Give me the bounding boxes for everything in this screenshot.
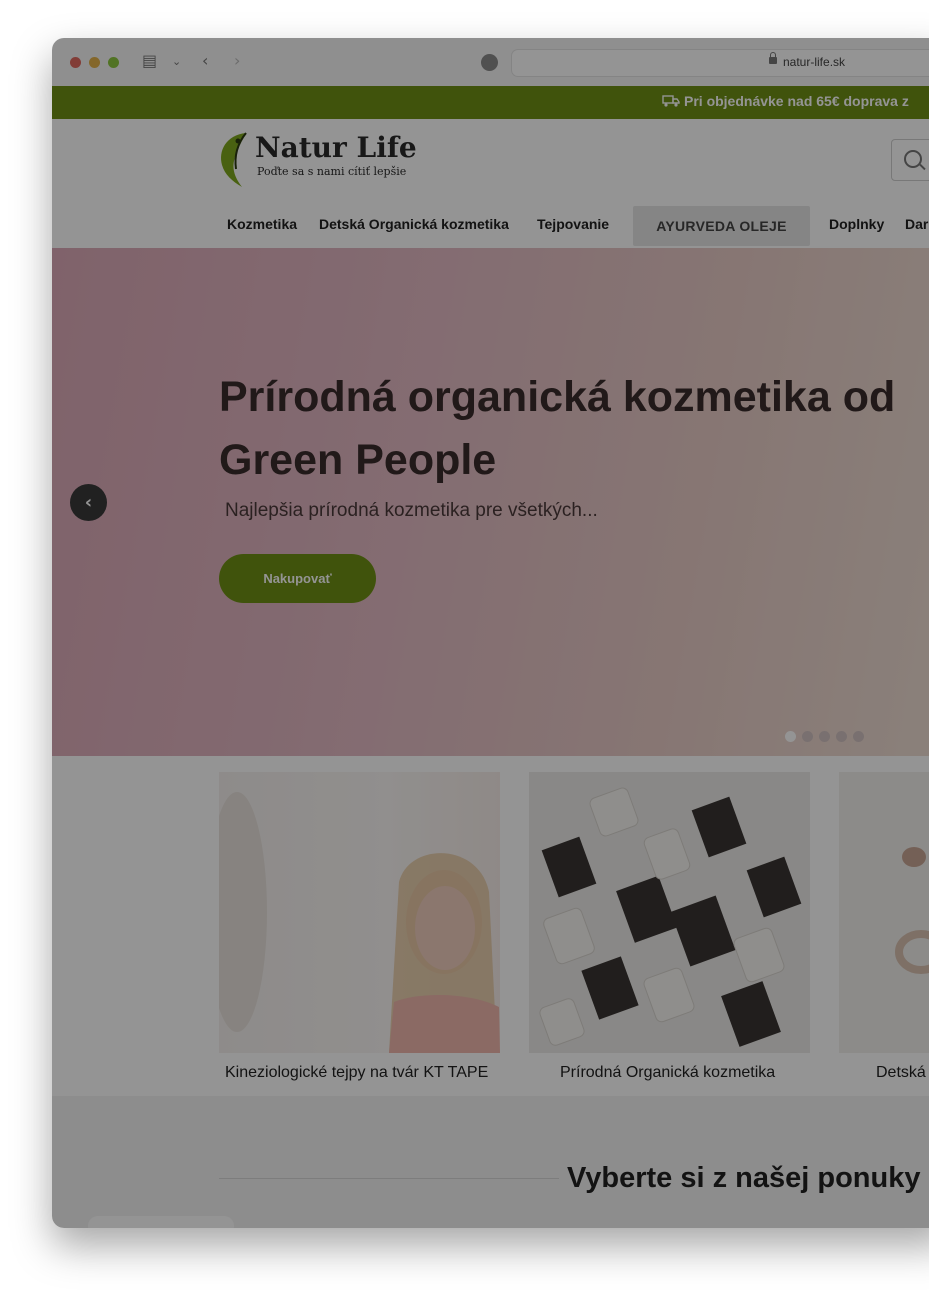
lock-icon <box>769 52 777 64</box>
url-text: natur-life.sk <box>783 55 846 69</box>
products-image <box>539 787 802 1047</box>
zoom-window-dot[interactable] <box>108 57 119 68</box>
privacy-shield-icon[interactable] <box>481 54 498 71</box>
category-label[interactable]: Kineziologické tejpy na tvár KT TAPE <box>225 1064 488 1082</box>
slider-dot[interactable] <box>853 731 864 742</box>
chevron-down-icon[interactable]: ⌄ <box>172 55 181 68</box>
slider-dots <box>785 727 870 746</box>
browser-window: ▤ ⌄ ‹ › natur-life.sk Pri objednávke nad… <box>52 38 929 1228</box>
nav-item-tejpovanie[interactable]: Tejpovanie <box>537 216 609 232</box>
category-card-kt-tape[interactable] <box>219 772 500 1053</box>
hero-subtitle: Najlepšia prírodná kozmetika pre všetkýc… <box>225 500 598 521</box>
nav-item-kozmetika[interactable]: Kozmetika <box>227 216 297 232</box>
section-title: Vyberte si z našej ponuky <box>567 1162 921 1194</box>
main-nav: Kozmetika Detská Organická kozmetika Tej… <box>52 204 929 246</box>
truck-icon <box>662 95 680 107</box>
nav-item-ayurveda-label: AYURVEDA OLEJE <box>656 218 787 234</box>
slider-prev-button[interactable]: ‹ <box>70 484 107 521</box>
offer-section: Vyberte si z našej ponuky <box>52 1096 929 1228</box>
slider-dot[interactable] <box>836 731 847 742</box>
hero-title: Prírodná organická kozmetika od Green Pe… <box>219 373 896 484</box>
address-bar[interactable]: natur-life.sk <box>511 49 929 77</box>
hero-slider: ‹ Prírodná organická kozmetika od Green … <box>52 248 929 756</box>
woman-face-image <box>219 792 500 1053</box>
site-header: Natur Life Poďte sa s nami cítiť lepšie … <box>52 119 929 247</box>
category-card-kids[interactable] <box>839 772 929 1053</box>
nav-item-ayurveda-oleje[interactable]: AYURVEDA OLEJE <box>633 206 810 246</box>
forward-icon[interactable]: › <box>234 51 240 70</box>
nav-item-doplnky[interactable]: Doplnky <box>829 216 884 232</box>
logo-tagline: Poďte sa s nami cítiť lepšie <box>257 165 407 178</box>
shop-now-button[interactable]: Nakupovať <box>219 554 376 603</box>
cookie-pill[interactable] <box>88 1216 234 1228</box>
browser-toolbar: ▤ ⌄ ‹ › natur-life.sk <box>52 38 929 87</box>
slider-dot[interactable] <box>802 731 813 742</box>
logo-title[interactable]: Natur Life <box>255 131 417 164</box>
promo-bar: Pri objednávke nad 65€ doprava z <box>52 86 929 119</box>
leaf-logo-icon[interactable] <box>216 129 252 189</box>
slider-dot[interactable] <box>819 731 830 742</box>
search-icon <box>904 150 922 168</box>
nav-item-darceky[interactable]: Dar <box>905 216 928 232</box>
kids-products-image <box>895 847 929 974</box>
slider-dot[interactable] <box>785 731 796 742</box>
sidebar-icon[interactable]: ▤ <box>142 51 157 70</box>
promo-text: Pri objednávke nad 65€ doprava z <box>684 93 909 109</box>
category-card-organic-cosmetics[interactable] <box>529 772 810 1053</box>
category-cards: Kineziologické tejpy na tvár KT TAPE Prí… <box>52 756 929 1096</box>
category-label[interactable]: Detská <box>876 1064 926 1082</box>
nav-item-detska-kozmetika[interactable]: Detská Organická kozmetika <box>319 216 509 232</box>
search-button[interactable] <box>891 139 929 181</box>
close-window-dot[interactable] <box>70 57 81 68</box>
category-label[interactable]: Prírodná Organická kozmetika <box>560 1064 775 1082</box>
minimize-window-dot[interactable] <box>89 57 100 68</box>
back-icon[interactable]: ‹ <box>202 51 208 70</box>
section-divider <box>219 1178 559 1179</box>
